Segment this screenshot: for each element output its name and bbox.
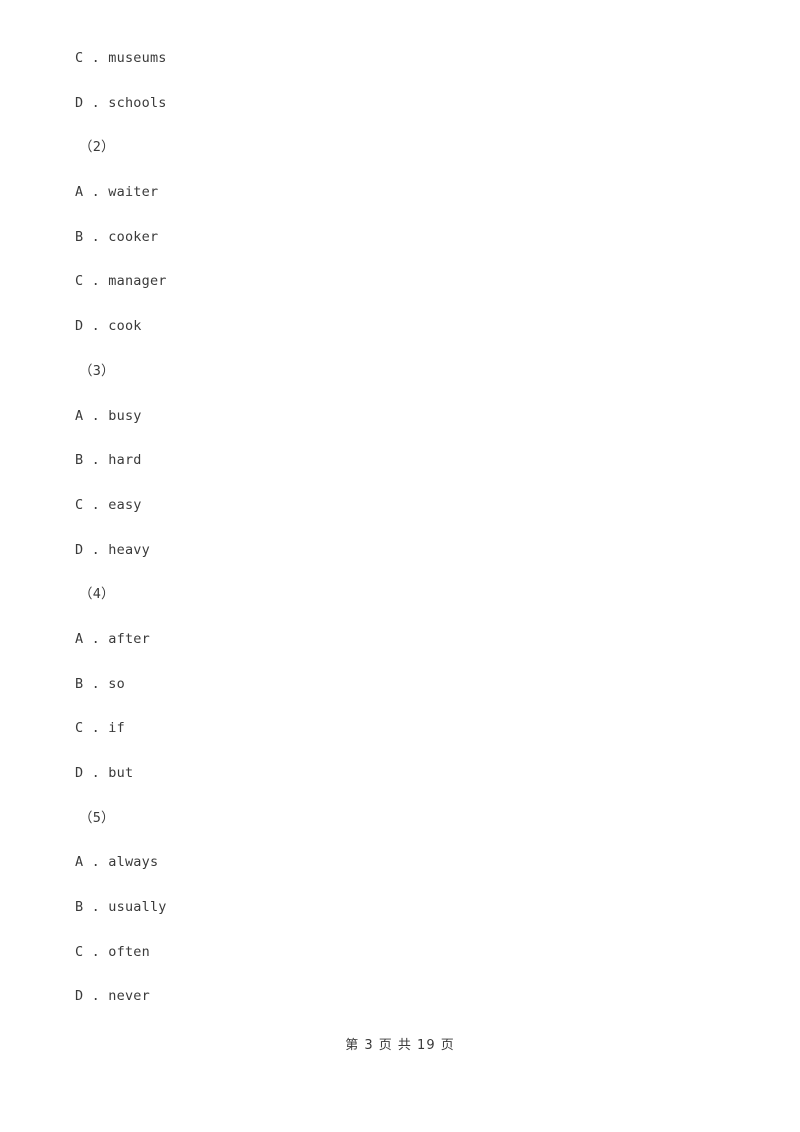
document-page: C . museums D . schools （2） A . waiter B . c… bbox=[0, 0, 800, 1132]
answer-option: C . manager bbox=[75, 273, 167, 290]
answer-option: A . waiter bbox=[75, 184, 159, 201]
answer-option: B . usually bbox=[75, 899, 167, 916]
page-footer: 第 3 页 共 19 页 bbox=[345, 1038, 455, 1053]
answer-option: C . often bbox=[75, 943, 150, 960]
question-number: （5） bbox=[79, 809, 115, 826]
answer-option: B . so bbox=[75, 675, 125, 692]
question-number: （3） bbox=[79, 362, 115, 379]
answer-option: D . never bbox=[75, 988, 150, 1005]
answer-option: B . hard bbox=[75, 452, 142, 469]
answer-option: D . but bbox=[75, 765, 134, 781]
question-number: （4） bbox=[79, 586, 115, 603]
answer-option: C . easy bbox=[75, 496, 142, 513]
answer-option: C . museums bbox=[75, 50, 167, 66]
answer-option: D . schools bbox=[75, 94, 167, 111]
answer-option: A . always bbox=[75, 854, 159, 871]
question-list: C . museums D . schools （2） A . waiter B . c… bbox=[75, 48, 735, 1031]
question-number: （2） bbox=[79, 139, 115, 156]
answer-option: A . after bbox=[75, 630, 150, 647]
answer-option: D . heavy bbox=[75, 541, 150, 558]
answer-option: A . busy bbox=[75, 407, 142, 424]
answer-option: B . cooker bbox=[75, 228, 159, 245]
answer-option: D . cook bbox=[75, 318, 142, 335]
answer-option: C . if bbox=[75, 720, 125, 737]
